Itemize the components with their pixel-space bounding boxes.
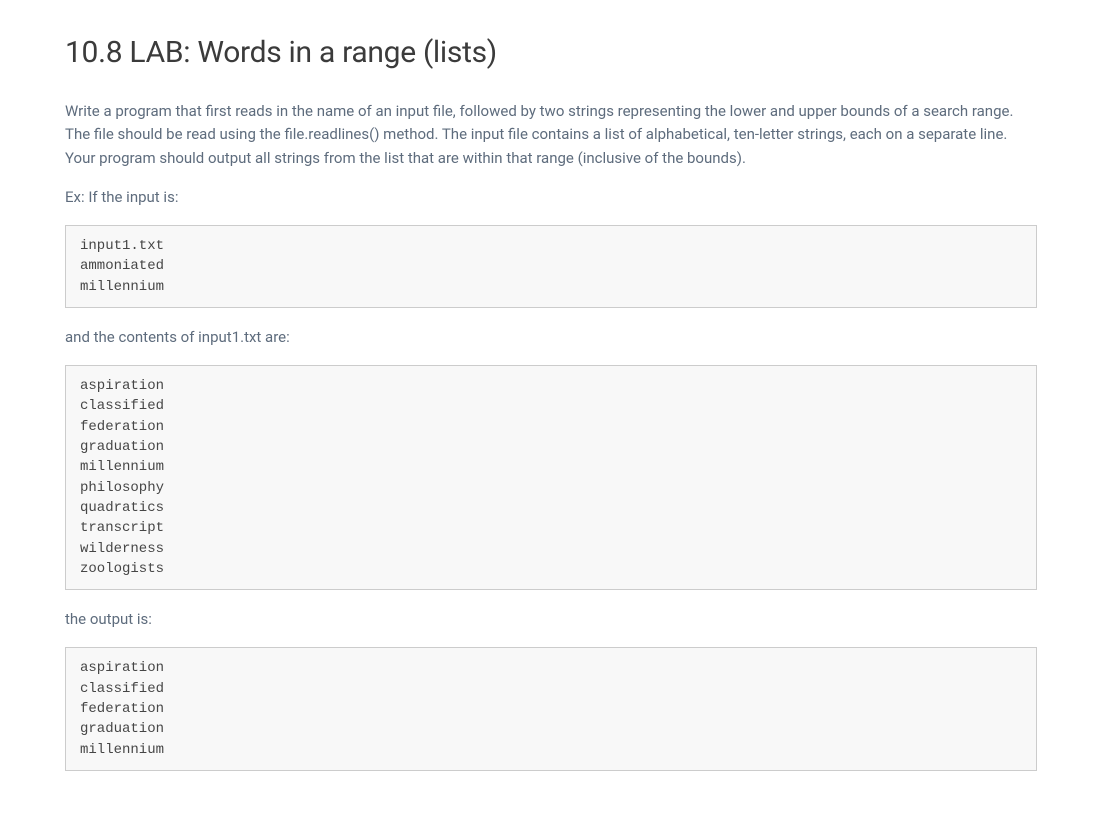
file-contents-label: and the contents of input1.txt are:	[65, 326, 1037, 349]
example-input-block: input1.txt ammoniated millennium	[65, 225, 1037, 308]
lab-description: Write a program that first reads in the …	[65, 100, 1037, 170]
file-contents-block: aspiration classified federation graduat…	[65, 365, 1037, 590]
output-label: the output is:	[65, 608, 1037, 631]
example-input-label: Ex: If the input is:	[65, 186, 1037, 209]
example-output-block: aspiration classified federation graduat…	[65, 647, 1037, 770]
lab-title: 10.8 LAB: Words in a range (lists)	[65, 30, 1037, 75]
